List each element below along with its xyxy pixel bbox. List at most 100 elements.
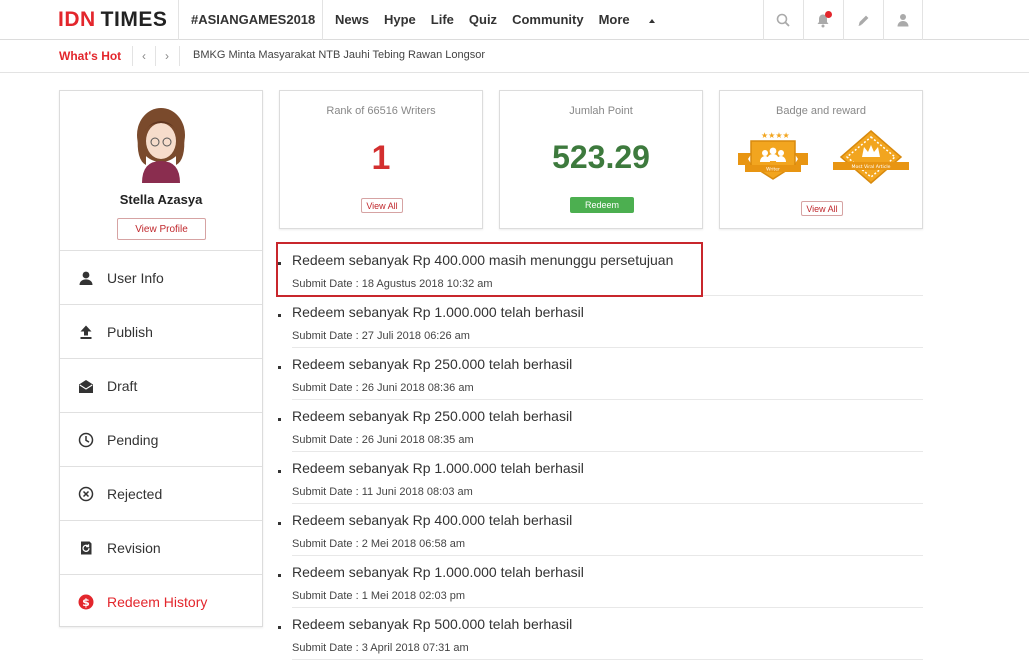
menu-pending[interactable]: Pending bbox=[60, 412, 262, 466]
row-divider bbox=[292, 659, 923, 660]
redeem-submit-date: Submit Date : 2 Mei 2018 06:58 am bbox=[292, 538, 466, 550]
x-circle-icon bbox=[78, 486, 94, 501]
redeem-title: Redeem sebanyak Rp 250.000 telah berhasi… bbox=[292, 408, 573, 424]
menu-draft[interactable]: Draft bbox=[60, 358, 262, 412]
list-bullet bbox=[278, 314, 281, 317]
nav-divider bbox=[178, 0, 179, 40]
nav-hype[interactable]: Hype bbox=[384, 12, 416, 27]
redeem-history-item: Redeem sebanyak Rp 1.000.000 telah berha… bbox=[276, 556, 923, 608]
search-button[interactable] bbox=[763, 0, 803, 40]
redeem-submit-date: Submit Date : 1 Mei 2018 02:03 pm bbox=[292, 590, 466, 602]
list-bullet bbox=[278, 470, 281, 473]
redeem-submit-date: Submit Date : 18 Agustus 2018 10:32 am bbox=[292, 278, 493, 290]
redeem-history-item: Redeem sebanyak Rp 500.000 telah berhasi… bbox=[276, 608, 923, 660]
hashtag-link[interactable]: #ASIANGAMES2018 bbox=[191, 12, 315, 27]
rank-title: Rank of 66516 Writers bbox=[326, 105, 436, 117]
profile-name: Stella Azasya bbox=[119, 192, 203, 207]
nav-divider bbox=[922, 0, 923, 40]
prev-headline-button[interactable]: ‹ bbox=[133, 40, 155, 72]
redeem-history-item: Redeem sebanyak Rp 1.000.000 telah berha… bbox=[276, 296, 923, 348]
redeem-title: Redeem sebanyak Rp 1.000.000 telah berha… bbox=[292, 564, 584, 580]
nav-quiz[interactable]: Quiz bbox=[469, 12, 497, 27]
view-profile-button[interactable]: View Profile bbox=[117, 218, 206, 240]
caret-up-icon bbox=[648, 19, 655, 23]
nav-news[interactable]: News bbox=[335, 12, 369, 27]
writer-badge-icon[interactable]: ★★★★ Writer bbox=[735, 129, 811, 185]
pencil-icon bbox=[858, 15, 868, 26]
nav-community[interactable]: Community bbox=[512, 12, 584, 27]
nav-more[interactable]: More bbox=[599, 12, 655, 27]
list-bullet bbox=[278, 418, 281, 421]
menu-revision[interactable]: Revision bbox=[60, 520, 262, 574]
whats-hot-bar: What's Hot ‹ › BMKG Minta Masyarakat NTB… bbox=[0, 40, 1029, 73]
redeem-title: Redeem sebanyak Rp 1.000.000 telah berha… bbox=[292, 460, 584, 476]
write-button[interactable] bbox=[843, 0, 883, 40]
chevron-left-icon: ‹ bbox=[142, 49, 146, 63]
main-nav: News Hype Life Quiz Community More bbox=[335, 12, 670, 27]
profile-sidebar: Stella Azasya View Profile User Info Pub… bbox=[59, 90, 263, 627]
list-bullet bbox=[278, 522, 281, 525]
search-icon bbox=[776, 13, 790, 27]
upload-icon bbox=[80, 325, 92, 339]
points-value: 523.29 bbox=[552, 139, 650, 175]
menu-revision-label: Revision bbox=[107, 539, 161, 556]
writer-menu: User Info Publish Draft Pending Rejected… bbox=[60, 250, 262, 628]
site-logo[interactable]: IDN TIMES bbox=[58, 8, 167, 32]
redeem-history-item: Redeem sebanyak Rp 1.000.000 telah berha… bbox=[276, 452, 923, 504]
account-button[interactable] bbox=[883, 0, 923, 40]
svg-text:$: $ bbox=[82, 596, 90, 609]
redeem-submit-date: Submit Date : 26 Juni 2018 08:35 am bbox=[292, 434, 474, 446]
dollar-circle-icon: $ bbox=[78, 594, 94, 609]
list-bullet bbox=[278, 366, 281, 369]
rank-card: Rank of 66516 Writers 1 View All bbox=[279, 90, 483, 229]
redeem-submit-date: Submit Date : 27 Juli 2018 06:26 am bbox=[292, 330, 470, 342]
top-navbar: IDN TIMES #ASIANGAMES2018 News Hype Life … bbox=[0, 0, 1029, 40]
user-icon bbox=[897, 14, 909, 27]
menu-redeem-history[interactable]: $ Redeem History bbox=[60, 574, 262, 628]
menu-draft-label: Draft bbox=[107, 377, 138, 394]
redeem-history-item: Redeem sebanyak Rp 250.000 telah berhasi… bbox=[276, 348, 923, 400]
nav-divider bbox=[322, 0, 323, 40]
clock-icon bbox=[78, 432, 94, 447]
points-card: Jumlah Point 523.29 Redeem bbox=[499, 90, 703, 229]
most-viral-badge-label: Most Viral Article bbox=[852, 164, 891, 170]
redeem-submit-date: Submit Date : 11 Juni 2018 08:03 am bbox=[292, 486, 473, 498]
menu-publish[interactable]: Publish bbox=[60, 304, 262, 358]
menu-pending-label: Pending bbox=[107, 431, 159, 448]
nav-more-label: More bbox=[598, 12, 630, 27]
badge-view-all-button[interactable]: View All bbox=[801, 201, 843, 216]
menu-user-info-label: User Info bbox=[107, 269, 164, 286]
chevron-right-icon: › bbox=[165, 49, 169, 63]
redeem-submit-date: Submit Date : 3 April 2018 07:31 am bbox=[292, 642, 469, 654]
list-bullet bbox=[278, 574, 281, 577]
points-title: Jumlah Point bbox=[569, 105, 633, 117]
rank-value: 1 bbox=[371, 139, 391, 177]
redeem-history-item: Redeem sebanyak Rp 400.000 masih menungg… bbox=[276, 244, 923, 296]
redeem-history-item: Redeem sebanyak Rp 400.000 telah berhasi… bbox=[276, 504, 923, 556]
notification-button[interactable] bbox=[803, 0, 843, 40]
svg-text:★★★★: ★★★★ bbox=[761, 131, 790, 140]
redeem-submit-date: Submit Date : 26 Juni 2018 08:36 am bbox=[292, 382, 474, 394]
revision-icon bbox=[81, 541, 92, 554]
badge-card: Badge and reward ★★★★ Writer Most Viral … bbox=[719, 90, 923, 229]
notification-dot bbox=[825, 11, 832, 18]
envelope-open-icon bbox=[79, 379, 93, 393]
hot-headline-link[interactable]: BMKG Minta Masyarakat NTB Jauhi Tebing R… bbox=[193, 49, 485, 61]
redeem-button[interactable]: Redeem bbox=[570, 197, 634, 213]
logo-idn: IDN bbox=[58, 8, 96, 31]
hot-divider bbox=[179, 46, 180, 66]
menu-user-info[interactable]: User Info bbox=[60, 250, 262, 304]
logo-times: TIMES bbox=[100, 8, 168, 31]
redeem-history-item: Redeem sebanyak Rp 250.000 telah berhasi… bbox=[276, 400, 923, 452]
menu-publish-label: Publish bbox=[107, 323, 153, 340]
menu-rejected-label: Rejected bbox=[107, 485, 163, 502]
menu-rejected[interactable]: Rejected bbox=[60, 466, 262, 520]
rank-view-all-button[interactable]: View All bbox=[361, 198, 403, 213]
redeem-title: Redeem sebanyak Rp 400.000 telah berhasi… bbox=[292, 512, 573, 528]
most-viral-badge-icon[interactable]: Most Viral Article bbox=[831, 129, 911, 185]
redeem-title: Redeem sebanyak Rp 400.000 masih menungg… bbox=[292, 252, 674, 268]
next-headline-button[interactable]: › bbox=[156, 40, 178, 72]
avatar[interactable] bbox=[132, 105, 190, 183]
user-icon bbox=[79, 271, 93, 285]
nav-life[interactable]: Life bbox=[431, 12, 454, 27]
